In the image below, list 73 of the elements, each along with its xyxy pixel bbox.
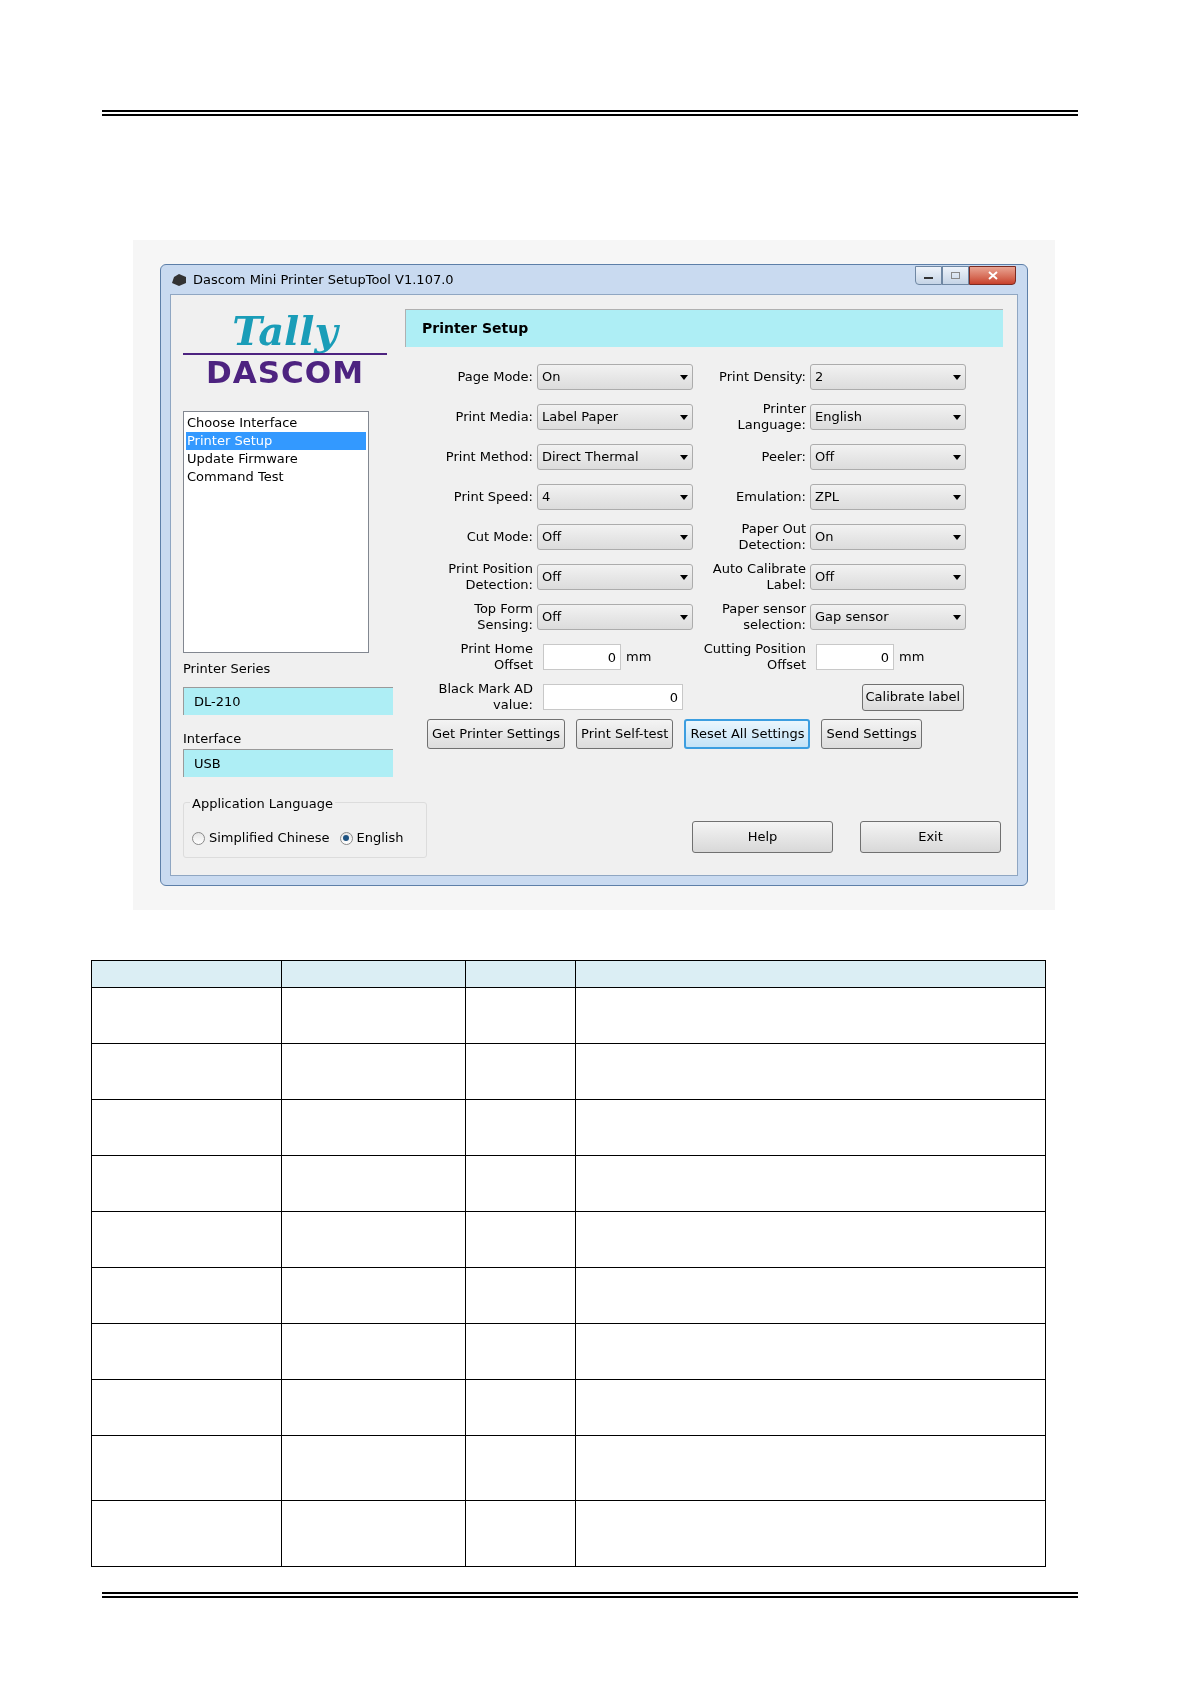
caret-icon (953, 374, 961, 380)
radio-option[interactable]: English (339, 828, 404, 848)
field-label: Auto Calibrate Label: (711, 561, 807, 593)
caret-icon (953, 494, 961, 500)
caret-icon (953, 414, 961, 420)
dialog-button[interactable]: Help (692, 821, 833, 853)
caret-icon (953, 574, 961, 580)
caret-icon (953, 454, 961, 460)
field-label: Cutting Position Offset (702, 641, 807, 673)
unit-label: mm (899, 648, 925, 667)
minimize-button[interactable] (915, 266, 942, 285)
field-label: Print Home Offset (459, 641, 534, 673)
panel-header: Printer Setup (405, 309, 1003, 347)
caret-icon (680, 614, 688, 620)
field-label: Print Density: (718, 369, 807, 385)
action-button[interactable]: Send Settings (821, 719, 922, 749)
field-label: Emulation: (735, 489, 807, 505)
caret-icon (953, 614, 961, 620)
field-label: Black Mark AD value: (437, 681, 534, 713)
dropdown[interactable]: Direct Thermal (537, 444, 693, 470)
radio-option[interactable]: Simplified Chinese (192, 828, 330, 848)
field-label: Print Method: (444, 449, 534, 465)
section-label: Printer Series (183, 660, 272, 678)
action-button[interactable]: Print Self-test (576, 719, 674, 749)
number-field[interactable]: 0 (816, 644, 894, 670)
field-label: Paper sensor selection: (720, 601, 807, 633)
field-label: Print Position Detection: (447, 561, 534, 593)
dialog-button[interactable]: Exit (860, 821, 1001, 853)
logo-script: Tally (232, 309, 338, 353)
caret-icon (680, 454, 688, 460)
logo-wordmark: DASCOM (183, 353, 387, 389)
dropdown[interactable]: ZPL (810, 484, 966, 510)
dropdown[interactable]: Gap sensor (810, 604, 966, 630)
dropdown[interactable]: Label Paper (537, 404, 693, 430)
dropdown[interactable]: On (537, 364, 693, 390)
field-label: Page Mode: (456, 369, 534, 385)
nav-item[interactable]: Command Test (186, 468, 366, 486)
field-label: Top Form Sensing: (473, 601, 534, 633)
nav-item[interactable]: Choose Interface (186, 414, 366, 432)
field-label: Printer Language: (736, 401, 807, 433)
field-label: Cut Mode: (465, 529, 534, 545)
dropdown[interactable]: Off (810, 444, 966, 470)
close-icon (987, 271, 998, 280)
dropdown[interactable]: On (810, 524, 966, 550)
number-field[interactable]: 0 (543, 644, 621, 670)
action-button[interactable]: Reset All Settings (684, 719, 811, 749)
field-label: Print Speed: (452, 489, 534, 505)
nav-item[interactable]: Update Firmware (186, 450, 366, 468)
dropdown[interactable]: English (810, 404, 966, 430)
caret-icon (680, 494, 688, 500)
field-label: Peeler: (760, 449, 807, 465)
window-title: Dascom Mini Printer SetupTool V1.107.0 (193, 271, 454, 290)
dropdown[interactable]: Off (537, 564, 693, 590)
dropdown[interactable]: Off (537, 604, 693, 630)
caret-icon (680, 374, 688, 380)
readout-field: USB (183, 749, 393, 777)
caret-icon (680, 574, 688, 580)
number-field[interactable]: 0 (543, 684, 683, 710)
readout-field: DL-210 (183, 687, 393, 715)
caret-icon (680, 414, 688, 420)
close-button[interactable] (969, 266, 1016, 285)
action-button[interactable]: Get Printer Settings (427, 719, 565, 749)
unit-label: mm (626, 648, 652, 667)
field-label: Print Media: (454, 409, 534, 425)
caret-icon (953, 534, 961, 540)
dropdown[interactable]: 2 (810, 364, 966, 390)
field-label: Paper Out Detection: (737, 521, 807, 553)
caret-icon (680, 534, 688, 540)
section-label: Interface (183, 730, 243, 747)
calibrate-button[interactable]: Calibrate label (861, 683, 964, 711)
dropdown[interactable]: 4 (537, 484, 693, 510)
dropdown[interactable]: Off (810, 564, 966, 590)
dropdown[interactable]: Off (537, 524, 693, 550)
